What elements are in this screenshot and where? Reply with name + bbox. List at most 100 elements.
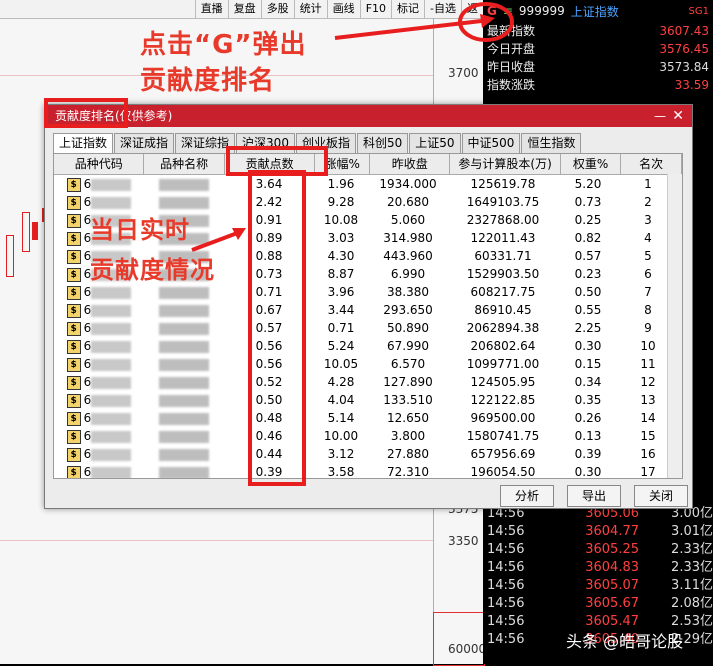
- tick-amount: 3.01亿: [671, 524, 713, 539]
- cell-prev-close: 6.990: [390, 267, 426, 281]
- watermark: 头条 @皓哥论股: [566, 632, 684, 651]
- table-row[interactable]: $6 0.39 3.58 72.310 196054.50 0.30 17: [54, 463, 682, 479]
- cell-shares: 122011.43: [470, 231, 536, 245]
- tick-time: 14:56: [487, 524, 525, 539]
- quote-header: G ≡ 999999 上证指数 SG1: [483, 0, 713, 22]
- tick-time: 14:56: [487, 560, 525, 575]
- tab-star50[interactable]: 科创50: [356, 133, 409, 153]
- quote-row: 指数涨跌 33.59: [483, 76, 713, 94]
- title-highlight: [44, 98, 128, 128]
- toolbar-live[interactable]: 直播: [194, 0, 228, 18]
- table-row[interactable]: $6 2.42 9.28 20.680 1649103.75 0.73 2: [54, 193, 682, 211]
- tab-hang-seng[interactable]: 恒生指数: [521, 133, 582, 153]
- tab-sh-index[interactable]: 上证指数: [53, 133, 114, 153]
- cell-change: 10.05: [323, 357, 359, 371]
- quote-value: 3576.45: [659, 42, 709, 56]
- stock-icon: $: [66, 303, 81, 318]
- cell-shares: 1649103.75: [466, 195, 540, 209]
- cell-prev-close: 72.310: [387, 465, 429, 479]
- cell-name: [144, 427, 224, 445]
- cell-code: $6: [54, 463, 144, 478]
- cell-change: 1.96: [327, 177, 355, 191]
- annotation-ranking: 贡献度排名: [140, 66, 276, 96]
- cell-name: [144, 463, 224, 478]
- cell-code: $6: [54, 283, 144, 301]
- blurred-name: [159, 322, 209, 335]
- cell-name: [144, 175, 224, 193]
- col-name[interactable]: 品种名称: [144, 154, 225, 174]
- table-row[interactable]: $6 0.57 0.71 50.890 2062894.38 2.25 9: [54, 319, 682, 337]
- cell-weight: 0.25: [574, 213, 602, 227]
- col-prev-close[interactable]: 昨收盘: [370, 154, 451, 174]
- cell-code: $6: [54, 445, 144, 463]
- cell-code: $6: [54, 373, 144, 391]
- close-icon[interactable]: ✕: [672, 105, 684, 127]
- quote-row: 最新指数 3607.43: [483, 22, 713, 40]
- stock-icon: $: [66, 267, 81, 282]
- toolbar-replay[interactable]: 复盘: [227, 0, 261, 18]
- stock-icon: $: [66, 465, 81, 478]
- table-row[interactable]: $6 0.71 3.96 38.380 608217.75 0.50 7: [54, 283, 682, 301]
- table-row[interactable]: $6 0.48 5.14 12.650 969500.00 0.26 14: [54, 409, 682, 427]
- cell-weight: 0.73: [574, 195, 602, 209]
- col-shares[interactable]: 参与计算股本(万): [450, 154, 561, 174]
- table-row[interactable]: $6 0.52 4.28 127.890 124505.95 0.34 12: [54, 373, 682, 391]
- cell-weight: 0.57: [574, 249, 602, 263]
- cell-name: [144, 373, 224, 391]
- cell-change: 4.30: [327, 249, 355, 263]
- col-weight[interactable]: 权重%: [561, 154, 622, 174]
- code-prefix: 6: [83, 285, 92, 299]
- blurred-name: [159, 430, 209, 443]
- col-rank[interactable]: 名次: [621, 154, 682, 174]
- table-row[interactable]: $6 0.56 10.05 6.570 1099771.00 0.15 11: [54, 355, 682, 373]
- quote-value: 3607.43: [659, 24, 709, 38]
- cell-weight: 0.50: [574, 285, 602, 299]
- cell-shares: 86910.45: [474, 303, 532, 317]
- cell-shares: 125619.78: [470, 177, 536, 191]
- stock-icon: $: [66, 321, 81, 336]
- cell-name: [144, 301, 224, 319]
- toolbar-multi[interactable]: 多股: [260, 0, 294, 18]
- cell-weight: 0.34: [574, 375, 602, 389]
- export-button[interactable]: 导出: [567, 485, 621, 507]
- code-prefix: 6: [83, 177, 92, 191]
- cell-shares: 657956.69: [470, 447, 536, 461]
- cell-change: 4.28: [327, 375, 355, 389]
- blurred-code: [91, 304, 132, 317]
- table-row[interactable]: $6 0.67 3.44 293.650 86910.45 0.55 8: [54, 301, 682, 319]
- toolbar-stats[interactable]: 统计: [293, 0, 327, 18]
- tick-price: 3605.67: [585, 596, 639, 611]
- cell-prev-close: 20.680: [387, 195, 429, 209]
- close-button[interactable]: 关闭: [634, 485, 688, 507]
- blurred-name: [159, 358, 209, 371]
- tick-amount: 2.33亿: [671, 542, 713, 557]
- table-row[interactable]: $6 0.44 3.12 27.880 657956.69 0.39 16: [54, 445, 682, 463]
- scrollbar[interactable]: [667, 174, 682, 478]
- tab-sh50[interactable]: 上证50: [409, 133, 461, 153]
- blurred-name: [159, 304, 209, 317]
- cell-code: $6: [54, 391, 144, 409]
- code-prefix: 6: [83, 195, 92, 209]
- table-row[interactable]: $6 3.64 1.96 1934.000 125619.78 5.20 1: [54, 175, 682, 193]
- cell-change: 10.00: [323, 429, 359, 443]
- col-code[interactable]: 品种代码: [54, 154, 145, 174]
- cell-shares: 124505.95: [470, 375, 536, 389]
- cell-prev-close: 293.650: [383, 303, 433, 317]
- tab-sz-component[interactable]: 深证成指: [114, 133, 175, 153]
- minimize-icon[interactable]: —: [654, 105, 666, 127]
- blurred-name: [159, 340, 209, 353]
- column-highlight: [248, 170, 306, 486]
- cell-change: 3.03: [327, 231, 355, 245]
- tick-time: 14:56: [487, 632, 525, 647]
- stock-icon: $: [66, 249, 81, 264]
- stock-icon: $: [66, 339, 81, 354]
- table-row[interactable]: $6 0.56 5.24 67.990 206802.64 0.30 10: [54, 337, 682, 355]
- annotation-realtime: 当日实时: [90, 216, 190, 244]
- cell-change: 3.96: [327, 285, 355, 299]
- cell-name: [144, 445, 224, 463]
- analyze-button[interactable]: 分析: [500, 485, 554, 507]
- tab-csi500[interactable]: 中证500: [461, 133, 521, 153]
- table-row[interactable]: $6 0.46 10.00 3.800 1580741.75 0.13 15: [54, 427, 682, 445]
- cell-change: 10.08: [323, 213, 359, 227]
- table-row[interactable]: $6 0.50 4.04 133.510 122122.85 0.35 13: [54, 391, 682, 409]
